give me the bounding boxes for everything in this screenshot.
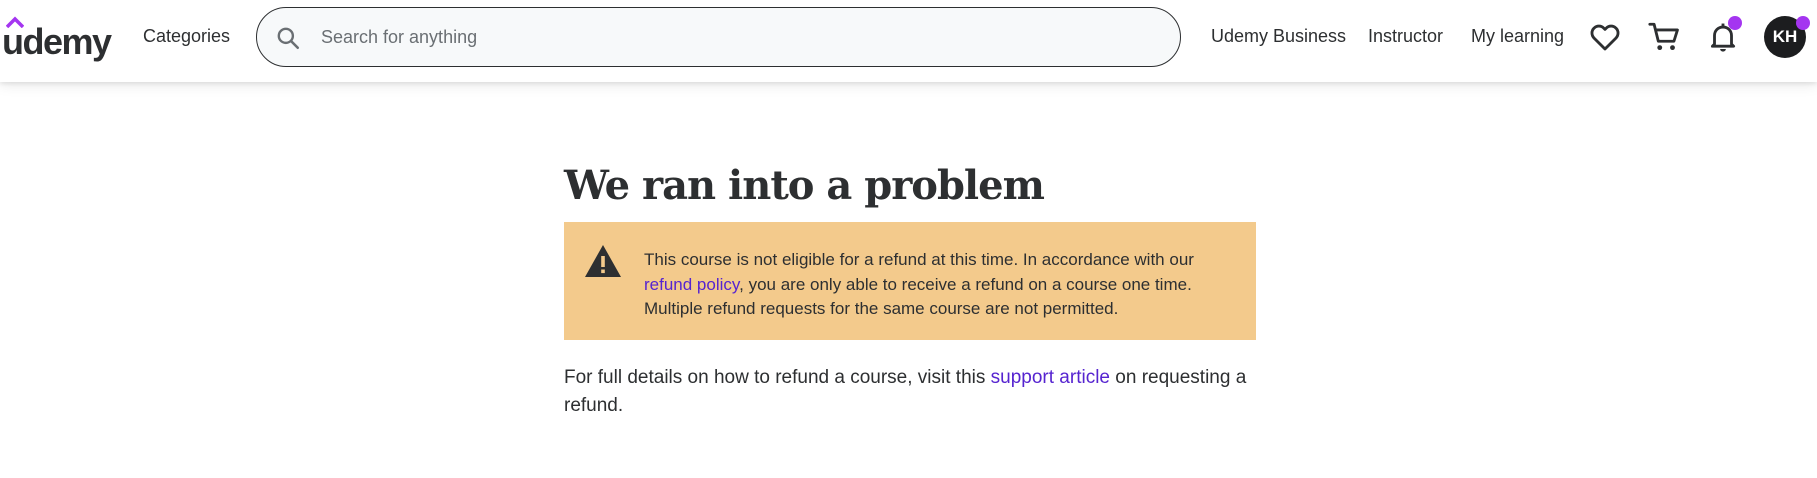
refund-policy-link[interactable]: refund policy [644, 275, 739, 294]
warning-icon [585, 245, 621, 277]
udemy-logo[interactable]: udemy [2, 14, 120, 60]
alert-message: This course is not eligible for a refund… [644, 248, 1234, 322]
instructor-link[interactable]: Instructor [1368, 26, 1443, 47]
notification-badge [1728, 16, 1742, 30]
page-title: We ran into a problem [564, 162, 1045, 209]
search-bar[interactable] [256, 7, 1181, 67]
heart-icon[interactable] [1588, 20, 1622, 54]
logo-text: udemy [2, 21, 112, 62]
categories-menu[interactable]: Categories [143, 26, 230, 47]
udemy-business-link[interactable]: Udemy Business [1211, 26, 1346, 47]
details-text-start: For full details on how to refund a cour… [564, 367, 991, 388]
avatar-notification-badge [1796, 16, 1810, 30]
cart-icon[interactable] [1647, 20, 1681, 54]
support-article-link[interactable]: support article [991, 367, 1110, 388]
main-content: We ran into a problem This course is not… [564, 158, 1256, 420]
search-icon[interactable] [275, 25, 301, 51]
refund-details-text: For full details on how to refund a cour… [564, 364, 1256, 420]
refund-alert-banner: This course is not eligible for a refund… [564, 222, 1256, 340]
my-learning-link[interactable]: My learning [1471, 26, 1564, 47]
avatar-initials: KH [1772, 27, 1798, 46]
top-navigation-bar: udemy Categories Udemy Business Instruct… [0, 0, 1817, 82]
alert-text-start: This course is not eligible for a refund… [644, 250, 1194, 269]
search-input[interactable] [321, 22, 1161, 52]
